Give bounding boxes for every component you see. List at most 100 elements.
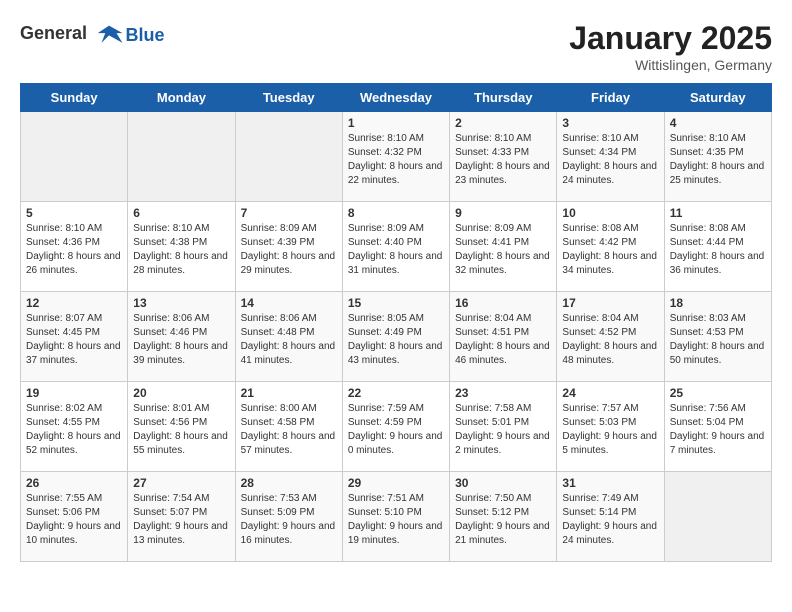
day-info: Sunrise: 7:50 AM Sunset: 5:12 PM Dayligh… [455, 492, 551, 548]
calendar-cell: 26 Sunrise: 7:55 AM Sunset: 5:06 PM Dayli… [21, 472, 128, 562]
day-info: Sunrise: 7:56 AM Sunset: 5:04 PM Dayligh… [670, 402, 766, 458]
day-number: 1 [348, 116, 444, 130]
day-number: 27 [133, 476, 229, 490]
day-info: Sunrise: 8:05 AM Sunset: 4:49 PM Dayligh… [348, 312, 444, 368]
calendar-cell: 25 Sunrise: 7:56 AM Sunset: 5:04 PM Dayli… [664, 382, 771, 472]
day-info: Sunrise: 8:06 AM Sunset: 4:48 PM Dayligh… [241, 312, 337, 368]
calendar-header-row: SundayMondayTuesdayWednesdayThursdayFrid… [21, 84, 772, 112]
day-info: Sunrise: 8:08 AM Sunset: 4:42 PM Dayligh… [562, 222, 658, 278]
day-info: Sunrise: 8:09 AM Sunset: 4:39 PM Dayligh… [241, 222, 337, 278]
calendar-cell: 24 Sunrise: 7:57 AM Sunset: 5:03 PM Dayli… [557, 382, 664, 472]
day-number: 29 [348, 476, 444, 490]
day-info: Sunrise: 7:57 AM Sunset: 5:03 PM Dayligh… [562, 402, 658, 458]
calendar-cell: 18Sunrise: 8:03 AM Sunset: 4:53 PM Dayli… [664, 292, 771, 382]
day-number: 25 [670, 386, 766, 400]
day-number: 12 [26, 296, 122, 310]
calendar-cell: 5 Sunrise: 8:10 AM Sunset: 4:36 PM Daylig… [21, 202, 128, 292]
day-info: Sunrise: 8:08 AM Sunset: 4:44 PM Dayligh… [670, 222, 766, 278]
calendar-cell: 17Sunrise: 8:04 AM Sunset: 4:52 PM Dayli… [557, 292, 664, 382]
day-number: 11 [670, 206, 766, 220]
day-info: Sunrise: 7:51 AM Sunset: 5:10 PM Dayligh… [348, 492, 444, 548]
day-info: Sunrise: 8:02 AM Sunset: 4:55 PM Dayligh… [26, 402, 122, 458]
calendar-cell: 11 Sunrise: 8:08 AM Sunset: 4:44 PM Dayli… [664, 202, 771, 292]
day-info: Sunrise: 8:09 AM Sunset: 4:40 PM Dayligh… [348, 222, 444, 278]
day-number: 13 [133, 296, 229, 310]
day-number: 10 [562, 206, 658, 220]
calendar-cell: 8 Sunrise: 8:09 AM Sunset: 4:40 PM Daylig… [342, 202, 449, 292]
day-number: 5 [26, 206, 122, 220]
day-info: Sunrise: 8:10 AM Sunset: 4:38 PM Dayligh… [133, 222, 229, 278]
calendar-cell: 27Sunrise: 7:54 AM Sunset: 5:07 PM Dayli… [128, 472, 235, 562]
location-subtitle: Wittislingen, Germany [569, 57, 772, 73]
calendar-cell: 31 Sunrise: 7:49 AM Sunset: 5:14 PM Dayli… [557, 472, 664, 562]
col-header-monday: Monday [128, 84, 235, 112]
calendar-cell: 21Sunrise: 8:00 AM Sunset: 4:58 PM Dayli… [235, 382, 342, 472]
day-info: Sunrise: 7:59 AM Sunset: 4:59 PM Dayligh… [348, 402, 444, 458]
day-info: Sunrise: 7:49 AM Sunset: 5:14 PM Dayligh… [562, 492, 658, 548]
day-number: 9 [455, 206, 551, 220]
calendar-week-row: 19 Sunrise: 8:02 AM Sunset: 4:55 PM Dayli… [21, 382, 772, 472]
calendar-cell: 15Sunrise: 8:05 AM Sunset: 4:49 PM Dayli… [342, 292, 449, 382]
day-number: 2 [455, 116, 551, 130]
logo-bird-icon [94, 20, 124, 50]
day-number: 20 [133, 386, 229, 400]
day-info: Sunrise: 8:01 AM Sunset: 4:56 PM Dayligh… [133, 402, 229, 458]
day-number: 19 [26, 386, 122, 400]
day-info: Sunrise: 7:55 AM Sunset: 5:06 PM Dayligh… [26, 492, 122, 548]
calendar-cell [664, 472, 771, 562]
logo: General Blue [20, 20, 165, 50]
logo-blue: Blue [126, 25, 165, 45]
calendar-cell: 2 Sunrise: 8:10 AM Sunset: 4:33 PM Daylig… [450, 112, 557, 202]
calendar-cell: 20 Sunrise: 8:01 AM Sunset: 4:56 PM Dayli… [128, 382, 235, 472]
calendar-cell: 12 Sunrise: 8:07 AM Sunset: 4:45 PM Dayli… [21, 292, 128, 382]
page-header: General Blue January 2025 Wittislingen, … [20, 20, 772, 73]
calendar-cell: 13 Sunrise: 8:06 AM Sunset: 4:46 PM Dayli… [128, 292, 235, 382]
calendar-week-row: 12 Sunrise: 8:07 AM Sunset: 4:45 PM Dayli… [21, 292, 772, 382]
day-info: Sunrise: 8:10 AM Sunset: 4:36 PM Dayligh… [26, 222, 122, 278]
day-number: 30 [455, 476, 551, 490]
day-number: 31 [562, 476, 658, 490]
calendar-cell: 10 Sunrise: 8:08 AM Sunset: 4:42 PM Dayli… [557, 202, 664, 292]
calendar-cell: 29 Sunrise: 7:51 AM Sunset: 5:10 PM Dayli… [342, 472, 449, 562]
day-info: Sunrise: 8:04 AM Sunset: 4:51 PM Dayligh… [455, 312, 551, 368]
day-info: Sunrise: 8:10 AM Sunset: 4:34 PM Dayligh… [562, 132, 658, 188]
calendar-cell: 19 Sunrise: 8:02 AM Sunset: 4:55 PM Dayli… [21, 382, 128, 472]
calendar-cell: 3Sunrise: 8:10 AM Sunset: 4:34 PM Daylig… [557, 112, 664, 202]
day-number: 21 [241, 386, 337, 400]
calendar-week-row: 26 Sunrise: 7:55 AM Sunset: 5:06 PM Dayli… [21, 472, 772, 562]
day-number: 4 [670, 116, 766, 130]
day-info: Sunrise: 7:58 AM Sunset: 5:01 PM Dayligh… [455, 402, 551, 458]
calendar-cell: 14 Sunrise: 8:06 AM Sunset: 4:48 PM Dayli… [235, 292, 342, 382]
calendar-cell [21, 112, 128, 202]
calendar-cell: 30 Sunrise: 7:50 AM Sunset: 5:12 PM Dayli… [450, 472, 557, 562]
day-number: 24 [562, 386, 658, 400]
day-number: 6 [133, 206, 229, 220]
col-header-saturday: Saturday [664, 84, 771, 112]
calendar-table: SundayMondayTuesdayWednesdayThursdayFrid… [20, 83, 772, 562]
calendar-cell: 7Sunrise: 8:09 AM Sunset: 4:39 PM Daylig… [235, 202, 342, 292]
calendar-cell: 22Sunrise: 7:59 AM Sunset: 4:59 PM Dayli… [342, 382, 449, 472]
calendar-cell: 6 Sunrise: 8:10 AM Sunset: 4:38 PM Daylig… [128, 202, 235, 292]
day-info: Sunrise: 8:06 AM Sunset: 4:46 PM Dayligh… [133, 312, 229, 368]
day-number: 8 [348, 206, 444, 220]
day-info: Sunrise: 8:07 AM Sunset: 4:45 PM Dayligh… [26, 312, 122, 368]
title-block: January 2025 Wittislingen, Germany [569, 20, 772, 73]
calendar-cell: 16Sunrise: 8:04 AM Sunset: 4:51 PM Dayli… [450, 292, 557, 382]
calendar-week-row: 5 Sunrise: 8:10 AM Sunset: 4:36 PM Daylig… [21, 202, 772, 292]
col-header-friday: Friday [557, 84, 664, 112]
calendar-cell [128, 112, 235, 202]
day-number: 23 [455, 386, 551, 400]
day-info: Sunrise: 8:04 AM Sunset: 4:52 PM Dayligh… [562, 312, 658, 368]
day-info: Sunrise: 8:10 AM Sunset: 4:33 PM Dayligh… [455, 132, 551, 188]
day-info: Sunrise: 8:03 AM Sunset: 4:53 PM Dayligh… [670, 312, 766, 368]
day-number: 26 [26, 476, 122, 490]
calendar-week-row: 1Sunrise: 8:10 AM Sunset: 4:32 PM Daylig… [21, 112, 772, 202]
day-info: Sunrise: 7:53 AM Sunset: 5:09 PM Dayligh… [241, 492, 337, 548]
calendar-cell: 9Sunrise: 8:09 AM Sunset: 4:41 PM Daylig… [450, 202, 557, 292]
col-header-thursday: Thursday [450, 84, 557, 112]
day-info: Sunrise: 8:10 AM Sunset: 4:35 PM Dayligh… [670, 132, 766, 188]
col-header-sunday: Sunday [21, 84, 128, 112]
day-number: 14 [241, 296, 337, 310]
col-header-tuesday: Tuesday [235, 84, 342, 112]
calendar-cell: 1Sunrise: 8:10 AM Sunset: 4:32 PM Daylig… [342, 112, 449, 202]
